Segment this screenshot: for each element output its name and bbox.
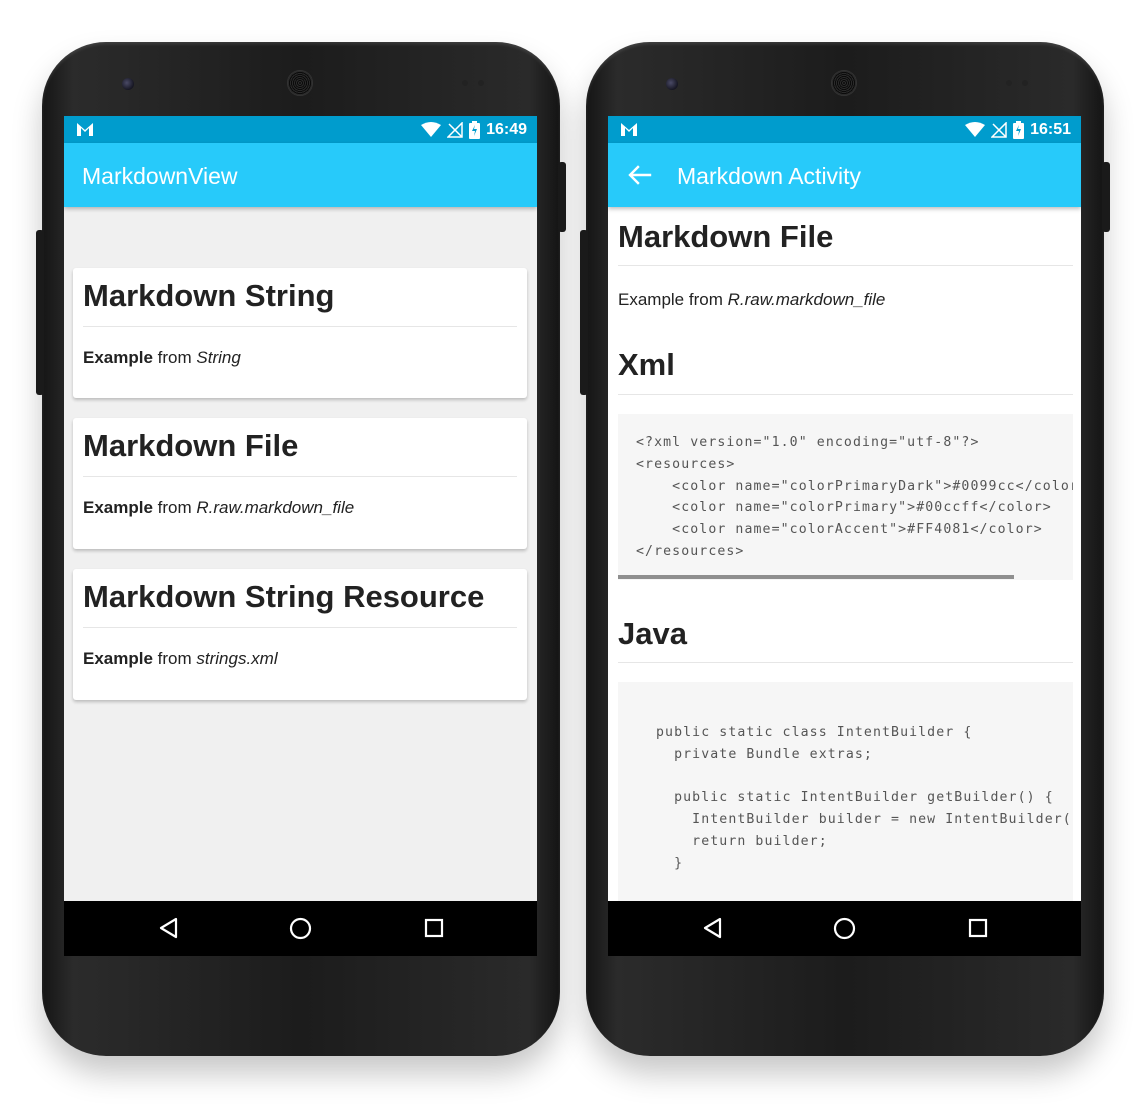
- heading-xml: Xml: [618, 347, 675, 382]
- divider: [83, 326, 517, 327]
- gmail-m-icon: [621, 123, 637, 136]
- nav-recents-icon[interactable]: [424, 918, 444, 938]
- example-label: Example: [83, 649, 153, 668]
- xml-code: <?xml version="1.0" encoding="utf-8"?> <…: [636, 435, 1073, 559]
- source-name: String: [196, 348, 241, 367]
- from-text: from: [152, 498, 197, 517]
- arrow-back-icon[interactable]: [628, 165, 652, 185]
- card-title: Markdown String Resource: [83, 579, 485, 614]
- code-scrollbar[interactable]: [618, 575, 1014, 579]
- power-button: [1102, 162, 1110, 232]
- nav-home-icon[interactable]: [289, 917, 312, 940]
- earpiece-speaker: [287, 70, 313, 96]
- front-camera: [666, 78, 678, 90]
- battery-charging-icon: [469, 121, 481, 139]
- wifi-icon: [965, 122, 986, 137]
- example-paragraph: Example from R.raw.markdown_file: [618, 290, 885, 310]
- power-button: [558, 162, 566, 232]
- earpiece-speaker: [831, 70, 857, 96]
- divider: [618, 662, 1073, 663]
- nav-recents-icon[interactable]: [968, 918, 988, 938]
- gmail-m-icon: [77, 123, 93, 136]
- proximity-sensor: [462, 80, 468, 86]
- divider: [618, 265, 1073, 266]
- card-body: Example from R.raw.markdown_file: [83, 498, 354, 518]
- status-time: 16:51: [1030, 121, 1071, 138]
- card-title: Markdown String: [83, 278, 335, 313]
- divider: [83, 627, 517, 628]
- example-prefix: Example from: [618, 290, 728, 309]
- app-title: Markdown Activity: [677, 163, 862, 189]
- no-signal-icon: [447, 122, 463, 138]
- example-source: R.raw.markdown_file: [727, 290, 886, 309]
- source-name: R.raw.markdown_file: [196, 498, 355, 517]
- java-code-block[interactable]: public static class IntentBuilder { priv…: [618, 682, 1073, 901]
- wifi-icon: [421, 122, 442, 137]
- volume-button: [580, 230, 588, 395]
- navigation-bar: [64, 901, 537, 956]
- card-body: Example from strings.xml: [83, 649, 278, 669]
- nav-back-icon[interactable]: [158, 917, 178, 939]
- divider: [618, 394, 1073, 395]
- proximity-sensor: [1006, 80, 1012, 86]
- app-title: MarkdownView: [82, 163, 238, 189]
- status-bar: 16:49: [64, 116, 537, 143]
- navigation-bar: [608, 901, 1081, 956]
- card-markdown-string-resource[interactable]: Markdown String Resource Example from st…: [73, 569, 527, 700]
- nav-back-icon[interactable]: [702, 917, 722, 939]
- phone-right: 16:51 Markdown Activity Markdown File Ex…: [580, 42, 1110, 1056]
- card-title: Markdown File: [83, 428, 299, 463]
- nav-home-icon[interactable]: [833, 917, 856, 940]
- battery-charging-icon: [1013, 121, 1025, 139]
- no-signal-icon: [991, 122, 1007, 138]
- volume-button: [36, 230, 44, 395]
- screen: 16:51 Markdown Activity Markdown File Ex…: [608, 116, 1081, 956]
- source-name: strings.xml: [196, 649, 278, 668]
- app-bar: MarkdownView: [64, 143, 537, 207]
- heading-java: Java: [618, 616, 687, 651]
- card-markdown-string[interactable]: Markdown String Example from String: [73, 268, 527, 398]
- status-bar: 16:51: [608, 116, 1081, 143]
- markdown-document[interactable]: Markdown File Example from R.raw.markdow…: [608, 207, 1081, 901]
- heading-markdown-file: Markdown File: [618, 219, 834, 254]
- status-time: 16:49: [486, 121, 527, 138]
- example-label: Example: [83, 348, 153, 367]
- from-text: from: [152, 649, 197, 668]
- light-sensor: [1022, 80, 1028, 86]
- phone-left: 16:49 MarkdownView Markdown String Examp…: [36, 42, 566, 1056]
- card-body: Example from String: [83, 348, 241, 368]
- xml-code-block[interactable]: <?xml version="1.0" encoding="utf-8"?> <…: [618, 414, 1073, 580]
- card-markdown-file[interactable]: Markdown File Example from R.raw.markdow…: [73, 418, 527, 549]
- from-text: from: [152, 348, 197, 367]
- divider: [83, 476, 517, 477]
- light-sensor: [478, 80, 484, 86]
- front-camera: [122, 78, 134, 90]
- screen: 16:49 MarkdownView Markdown String Examp…: [64, 116, 537, 956]
- app-bar: Markdown Activity: [608, 143, 1081, 207]
- example-label: Example: [83, 498, 153, 517]
- java-code: public static class IntentBuilder { priv…: [656, 725, 1073, 871]
